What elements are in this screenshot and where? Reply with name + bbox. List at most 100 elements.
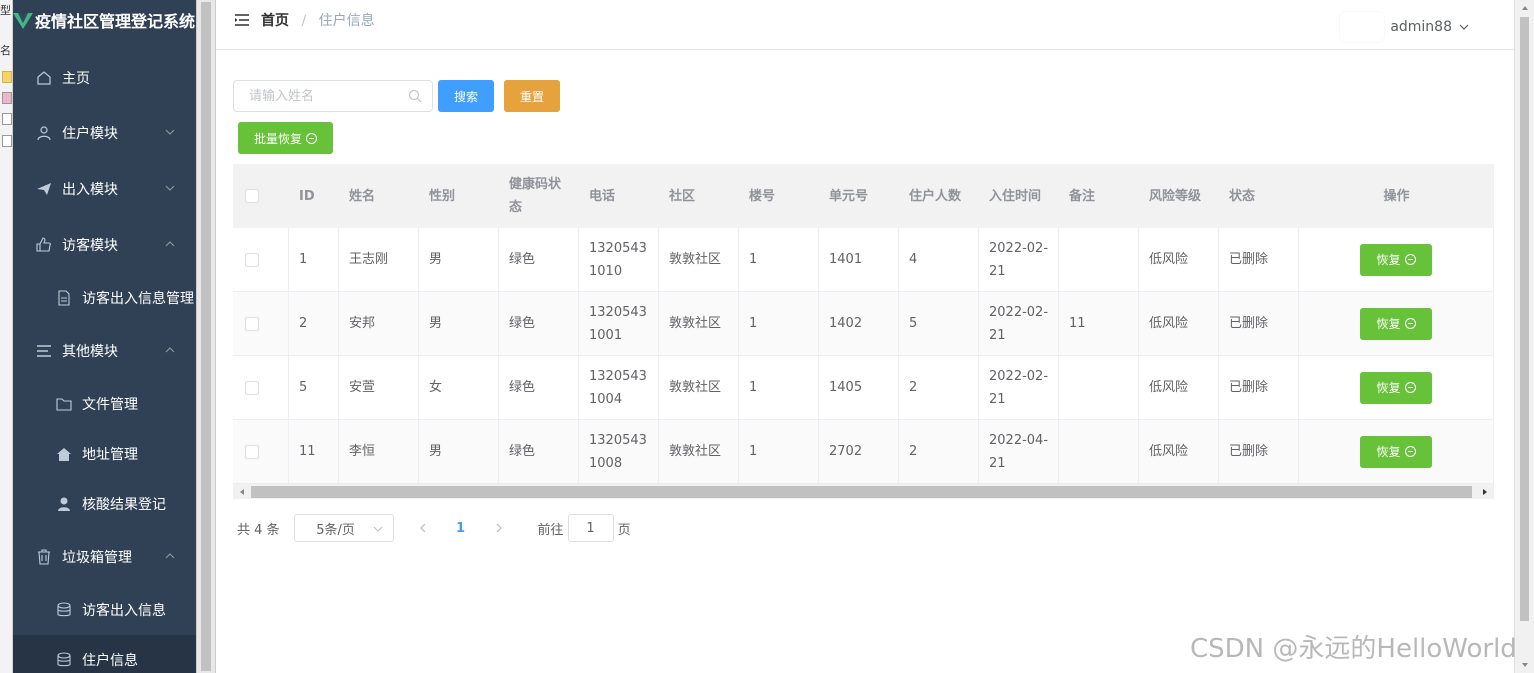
file-icon[interactable] xyxy=(2,135,12,147)
sidebar-item-label: 出入模块 xyxy=(62,182,118,198)
page-scrollbar[interactable] xyxy=(1514,0,1534,673)
search-button[interactable]: 搜索 xyxy=(438,80,494,112)
table-row[interactable]: 1 王志刚男绿色 13205431010 敦敦社区 1 1401 4 2022-02-21 低风… xyxy=(233,228,1494,292)
scroll-up-icon[interactable] xyxy=(1520,3,1530,13)
restore-button[interactable]: 恢复 xyxy=(1360,307,1432,340)
column-header[interactable]: 状态 xyxy=(1219,164,1299,228)
row-checkbox[interactable] xyxy=(245,444,259,459)
breadcrumb-home[interactable]: 首页 xyxy=(261,13,289,29)
sidebar-item-visitor-access-manage[interactable]: 访客出入信息管理 xyxy=(13,273,196,323)
cell-count: 2 xyxy=(899,420,979,483)
cell-date: 2022-04-21 xyxy=(979,420,1059,483)
table-row[interactable]: 2 安邦男绿色 13205431001 敦敦社区 1 1402 5 2022-02-21 11 低… xyxy=(233,292,1494,356)
sidebar-item-label: 文件管理 xyxy=(82,397,138,413)
chevron-down-icon[interactable] xyxy=(1458,21,1470,33)
column-header[interactable]: 楼号 xyxy=(739,164,819,228)
sidebar-item-label: 其他模块 xyxy=(62,344,118,360)
column-header[interactable]: 单元号 xyxy=(819,164,899,228)
goto-page-input[interactable] xyxy=(567,514,614,542)
chevron-down-icon xyxy=(373,526,382,532)
restore-button[interactable]: 恢复 xyxy=(1360,243,1432,276)
row-checkbox-cell xyxy=(233,292,289,355)
sidebar: 疫情社区管理登记系统 主页 住户模块 出入模块 访客模块 访客出入信息管理 其他… xyxy=(13,0,196,673)
row-checkbox-cell xyxy=(233,420,289,483)
sidebar-item-resident-trash[interactable]: 住户信息 xyxy=(13,635,196,673)
column-header[interactable]: 风险等级 xyxy=(1139,164,1219,228)
scrollbar-thumb[interactable] xyxy=(1520,17,1529,621)
table-horizontal-scrollbar[interactable] xyxy=(233,484,1494,499)
sidebar-item-files[interactable]: 文件管理 xyxy=(13,379,196,429)
user-icon xyxy=(36,125,52,141)
restore-button[interactable]: 恢复 xyxy=(1360,435,1432,468)
sidebar-item-trash[interactable]: 垃圾箱管理 xyxy=(13,532,196,582)
avatar[interactable] xyxy=(1340,12,1385,42)
batch-restore-button[interactable]: 批量恢复 xyxy=(238,122,333,154)
file-icon[interactable] xyxy=(2,113,12,125)
cell-sex: 男 xyxy=(419,292,499,355)
search-icon[interactable] xyxy=(408,89,422,103)
column-header[interactable]: 备注 xyxy=(1059,164,1139,228)
username[interactable]: admin88 xyxy=(1390,19,1452,35)
sidebar-brand[interactable]: 疫情社区管理登记系统 xyxy=(13,0,196,40)
breadcrumb-separator: / xyxy=(301,13,307,29)
pagination-total: 共 4 条 xyxy=(237,522,280,538)
restore-button[interactable]: 恢复 xyxy=(1360,371,1432,404)
scrollbar-thumb[interactable] xyxy=(201,2,211,671)
chevron-up-icon xyxy=(165,241,175,247)
cell-unit: 1402 xyxy=(819,292,899,355)
page-unit-label: 页 xyxy=(617,522,631,538)
scrollbar-thumb[interactable] xyxy=(251,486,1472,498)
sidebar-item-other[interactable]: 其他模块 xyxy=(13,326,196,376)
cell-building: 1 xyxy=(739,292,819,355)
row-checkbox[interactable] xyxy=(245,316,259,331)
sidebar-item-nucleic[interactable]: 核酸结果登记 xyxy=(13,479,196,529)
minus-circle-icon xyxy=(1404,382,1416,393)
column-header[interactable]: 性别 xyxy=(419,164,499,228)
column-header[interactable]: 电话 xyxy=(579,164,659,228)
scroll-down-icon[interactable] xyxy=(1520,660,1530,670)
user-dropdown[interactable]: admin88 xyxy=(1340,12,1470,42)
file-icon[interactable] xyxy=(2,92,12,104)
sidebar-item-home[interactable]: 主页 xyxy=(13,53,196,103)
chevron-up-icon xyxy=(165,553,175,559)
column-header[interactable]: 住户人数 xyxy=(899,164,979,228)
cell-unit: 1401 xyxy=(819,228,899,291)
row-checkbox[interactable] xyxy=(245,252,259,267)
os-strip-char: 名 xyxy=(0,44,11,57)
cell-community: 敦敦社区 xyxy=(659,292,739,355)
database-icon xyxy=(56,652,72,668)
column-header[interactable]: 入住时间 xyxy=(979,164,1059,228)
restore-label: 恢复 xyxy=(1376,317,1401,331)
reset-button[interactable]: 重置 xyxy=(504,80,560,112)
column-header[interactable]: 健康码状态 xyxy=(499,164,579,228)
column-header[interactable]: ID xyxy=(289,164,339,228)
sidebar-item-residents[interactable]: 住户模块 xyxy=(13,108,196,158)
page-number[interactable]: 1 xyxy=(446,514,476,542)
cell-building: 1 xyxy=(739,228,819,291)
sidebar-item-visitor-access-trash[interactable]: 访客出入信息 xyxy=(13,585,196,635)
search-input[interactable] xyxy=(233,80,433,112)
app-title: 疫情社区管理登记系统 xyxy=(35,12,196,31)
sidebar-item-visitors[interactable]: 访客模块 xyxy=(13,220,196,270)
page-size-select[interactable]: 5条/页 xyxy=(293,514,394,542)
sidebar-item-access[interactable]: 出入模块 xyxy=(13,164,196,214)
scroll-left-icon[interactable] xyxy=(237,487,247,497)
sidebar-scrollbar[interactable] xyxy=(196,0,216,673)
prev-page-button[interactable] xyxy=(408,514,438,542)
chevron-left-icon xyxy=(419,523,426,533)
chevron-up-icon xyxy=(165,347,175,353)
column-header[interactable]: 社区 xyxy=(659,164,739,228)
row-checkbox[interactable] xyxy=(245,380,259,395)
table-row[interactable]: 11 李恒男绿色 13205431008 敦敦社区 1 2702 2 2022-04-21 低风… xyxy=(233,420,1494,484)
select-all-checkbox[interactable] xyxy=(245,189,259,203)
table-row[interactable]: 5 安萱女绿色 13205431004 敦敦社区 1 1405 2 2022-02-21 低风险… xyxy=(233,356,1494,420)
sidebar-item-address[interactable]: 地址管理 xyxy=(13,429,196,479)
main-content: 首页 / 住户信息 admin88 搜索 重置 批量恢复 ID 姓名 性别 健康… xyxy=(216,0,1514,673)
hamburger-icon[interactable] xyxy=(234,12,250,28)
scroll-right-icon[interactable] xyxy=(1480,487,1490,497)
folder-icon[interactable] xyxy=(2,71,12,83)
minus-circle-icon xyxy=(1404,446,1416,457)
chevron-right-icon xyxy=(496,523,502,533)
next-page-button[interactable] xyxy=(484,514,514,542)
column-header[interactable]: 姓名 xyxy=(339,164,419,228)
